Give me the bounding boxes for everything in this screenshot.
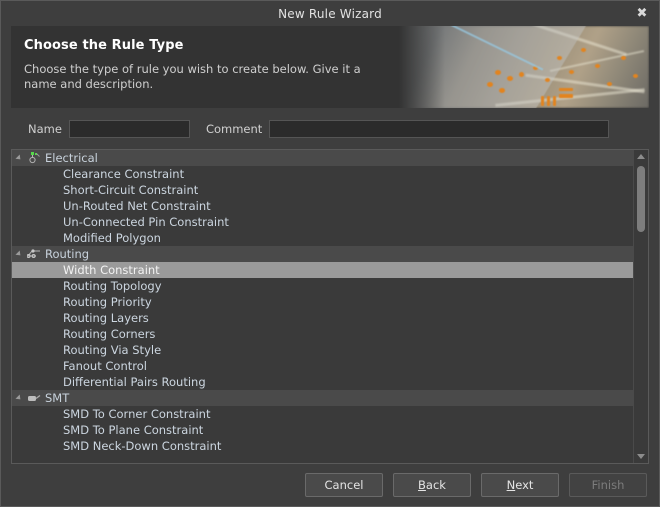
finish-button: Finish: [569, 473, 647, 497]
tree-item-label: SMD Neck-Down Constraint: [63, 439, 222, 453]
header-text-block: Choose the Rule Type Choose the type of …: [11, 26, 414, 92]
tree-item-label: Clearance Constraint: [63, 167, 185, 181]
page-title: Choose the Rule Type: [24, 38, 184, 53]
tree-item-label: Short-Circuit Constraint: [63, 183, 199, 197]
pcb-pad: [621, 56, 626, 60]
rule-type-tree[interactable]: Electrical Clearance Constraint Short-Circ…: [12, 150, 633, 463]
tree-item-routing-layers[interactable]: Routing Layers: [12, 310, 633, 326]
routing-net-icon: [26, 248, 41, 260]
scroll-up-arrow-icon[interactable]: [634, 150, 648, 163]
tree-scrollbar[interactable]: [633, 150, 648, 463]
tree-item-label: Un-Connected Pin Constraint: [63, 215, 229, 229]
next-button[interactable]: Next: [481, 473, 559, 497]
pcb-pad: [559, 88, 573, 91]
tree-item-routing-via-style[interactable]: Routing Via Style: [12, 342, 633, 358]
tree-group-label: Routing: [45, 247, 90, 261]
tree-group-label: SMT: [45, 391, 70, 405]
comment-label: Comment: [205, 122, 263, 136]
tree-item-label: SMD To Corner Constraint: [63, 407, 211, 421]
tree-group-electrical[interactable]: Electrical: [12, 150, 633, 166]
tree-item-routing-priority[interactable]: Routing Priority: [12, 294, 633, 310]
scroll-down-arrow-icon[interactable]: [634, 450, 648, 463]
window-title: New Rule Wizard: [278, 6, 382, 21]
tree-item-routing-corners[interactable]: Routing Corners: [12, 326, 633, 342]
tree-group-routing[interactable]: Routing: [12, 246, 633, 262]
expand-collapse-triangle-icon[interactable]: [15, 394, 23, 402]
page-subtitle: Choose the type of rule you wish to crea…: [24, 62, 361, 91]
dialog-button-bar: Cancel Back Next Finish: [1, 464, 659, 506]
tree-item-width-constraint[interactable]: Width Constraint: [12, 262, 633, 278]
pcb-pad: [487, 82, 493, 87]
tree-item-label: Routing Layers: [63, 311, 149, 325]
tree-item-clearance-constraint[interactable]: Clearance Constraint: [12, 166, 633, 182]
tree-item-label: Routing Priority: [63, 295, 152, 309]
pcb-pad: [545, 78, 550, 82]
pcb-pad: [499, 88, 505, 93]
name-input[interactable]: [68, 120, 190, 138]
pcb-pad: [607, 82, 612, 86]
smt-pad-icon: [27, 392, 41, 404]
tree-item-label: Fanout Control: [63, 359, 147, 373]
tree-item-smd-neck-down-constraint[interactable]: SMD Neck-Down Constraint: [12, 438, 633, 454]
pcb-pad: [581, 48, 586, 52]
tree-item-modified-polygon[interactable]: Modified Polygon: [12, 230, 633, 246]
pcb-pad: [507, 76, 513, 81]
pcb-pad: [495, 70, 501, 75]
tree-item-label: Modified Polygon: [63, 231, 161, 245]
pcb-pad: [633, 74, 638, 78]
pcb-pad: [541, 96, 544, 106]
title-bar: New Rule Wizard ✖: [1, 1, 659, 26]
tree-group-label: Electrical: [45, 151, 98, 165]
pcb-pad: [559, 94, 573, 98]
electrical-component-icon: [27, 152, 41, 164]
tree-item-label: Routing Via Style: [63, 343, 162, 357]
tree-item-smd-to-plane-constraint[interactable]: SMD To Plane Constraint: [12, 422, 633, 438]
tree-item-label: SMD To Plane Constraint: [63, 423, 204, 437]
rule-type-tree-panel: Electrical Clearance Constraint Short-Circ…: [11, 149, 649, 464]
back-button[interactable]: Back: [393, 473, 471, 497]
pcb-pad: [595, 64, 600, 68]
name-label: Name: [28, 122, 62, 136]
cancel-button[interactable]: Cancel: [305, 473, 383, 497]
tree-item-differential-pairs-routing[interactable]: Differential Pairs Routing: [12, 374, 633, 390]
tree-item-label: Un-Routed Net Constraint: [63, 199, 211, 213]
header-banner: Choose the Rule Type Choose the type of …: [11, 26, 649, 108]
tree-item-label: Routing Topology: [63, 279, 162, 293]
tree-item-label: Width Constraint: [63, 263, 160, 277]
tree-item-un-connected-pin-constraint[interactable]: Un-Connected Pin Constraint: [12, 214, 633, 230]
tree-item-routing-topology[interactable]: Routing Topology: [12, 278, 633, 294]
tree-item-smd-to-corner-constraint[interactable]: SMD To Corner Constraint: [12, 406, 633, 422]
tree-item-label: Routing Corners: [63, 327, 156, 341]
new-rule-wizard-dialog: New Rule Wizard ✖ Choose the Rule Type C…: [0, 0, 660, 507]
pcb-photo: [399, 26, 649, 108]
pcb-pad: [519, 72, 524, 77]
pcb-pad: [569, 70, 574, 74]
close-icon[interactable]: ✖: [629, 3, 655, 24]
form-field-row: Name Comment: [11, 108, 649, 149]
expand-collapse-triangle-icon[interactable]: [15, 250, 23, 258]
tree-item-fanout-control[interactable]: Fanout Control: [12, 358, 633, 374]
pcb-pad: [553, 96, 556, 106]
tree-item-label: Differential Pairs Routing: [63, 375, 206, 389]
pcb-pad: [557, 56, 562, 60]
comment-input[interactable]: [269, 120, 610, 138]
tree-item-short-circuit-constraint[interactable]: Short-Circuit Constraint: [12, 182, 633, 198]
scrollbar-thumb[interactable]: [637, 166, 645, 232]
pcb-pad: [547, 96, 550, 106]
expand-collapse-triangle-icon[interactable]: [15, 154, 23, 162]
tree-item-un-routed-net-constraint[interactable]: Un-Routed Net Constraint: [12, 198, 633, 214]
tree-group-smt[interactable]: SMT: [12, 390, 633, 406]
